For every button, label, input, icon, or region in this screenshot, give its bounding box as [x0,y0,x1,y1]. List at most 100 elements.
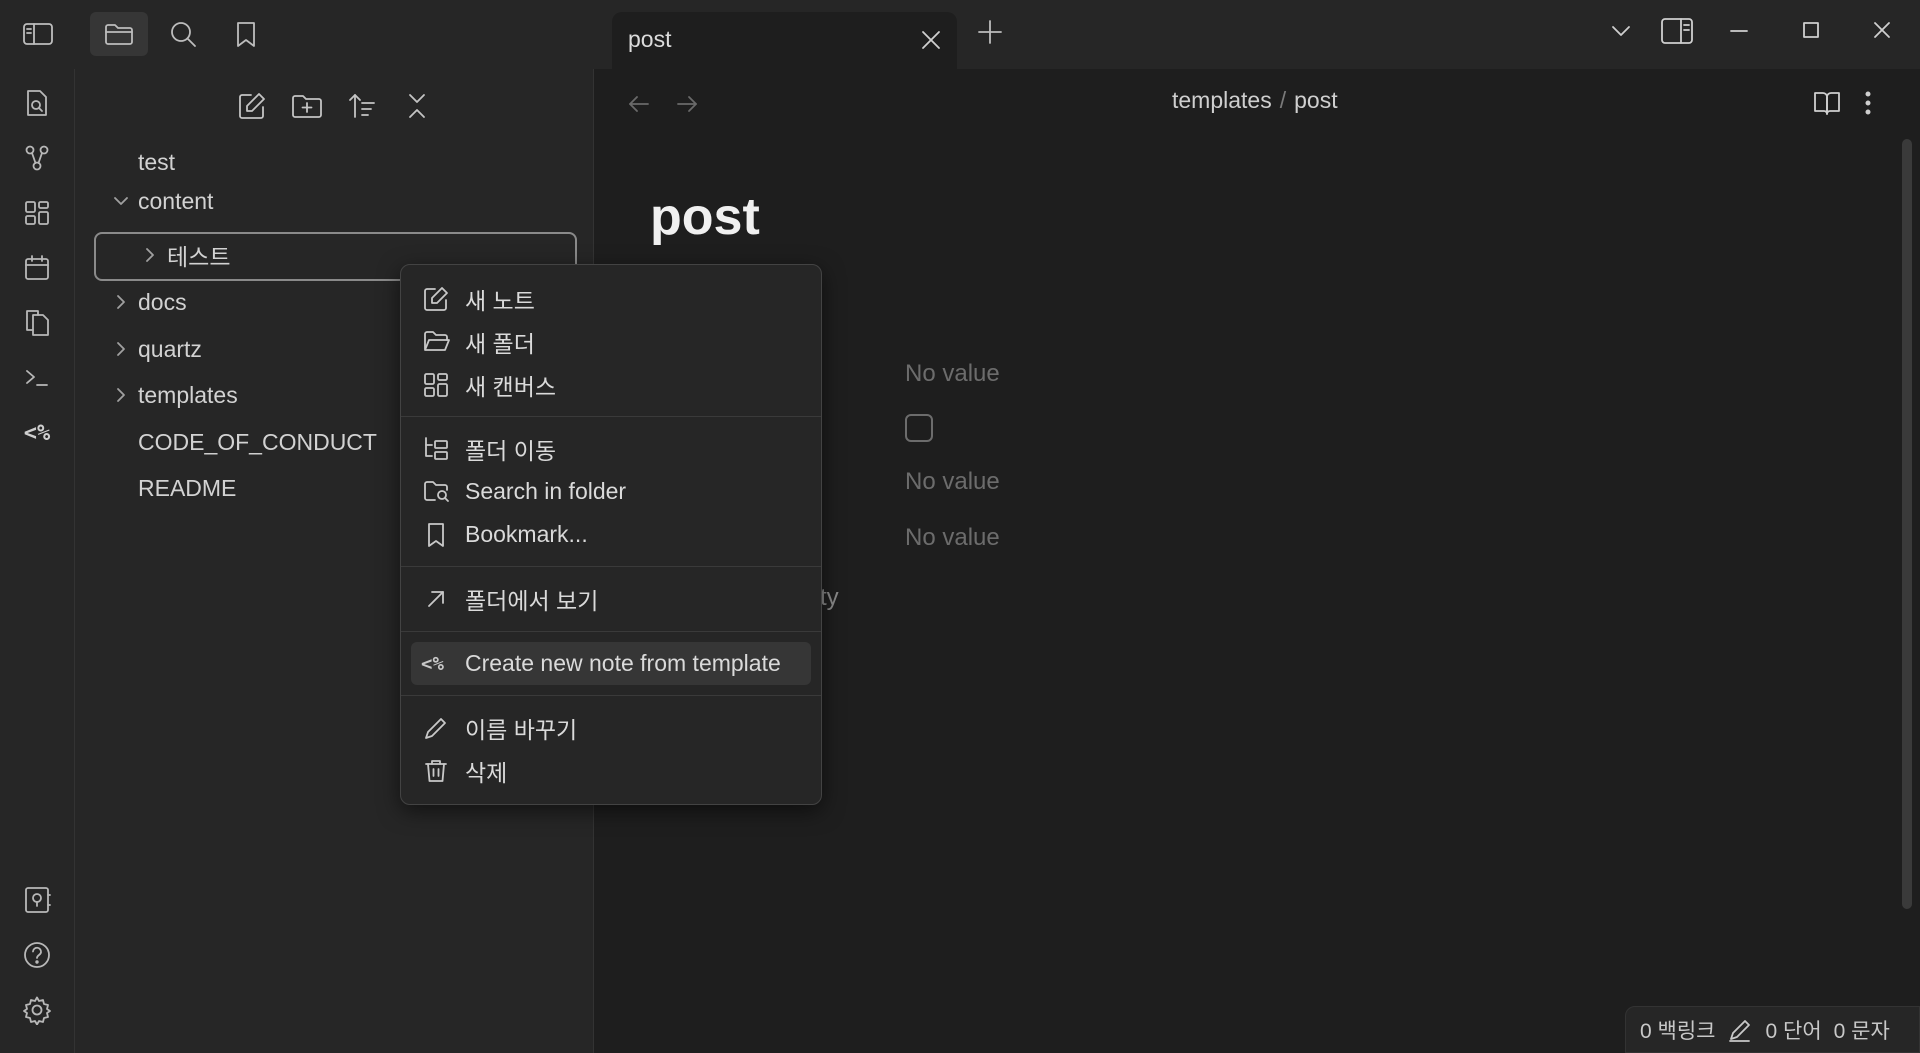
quick-switcher-button[interactable] [20,86,54,120]
add-property-label[interactable]: ty [820,584,839,612]
search-tab-button[interactable] [154,12,212,56]
chevron-right-icon [141,246,159,264]
command-palette-button[interactable] [20,361,54,395]
book-open-icon[interactable] [1812,89,1842,117]
help-circle-icon [22,940,52,970]
property-value-1[interactable]: No value [905,360,1000,388]
property-checkbox[interactable] [905,414,933,442]
tree-file-test[interactable]: test [138,142,175,182]
file-explorer-tab-button[interactable] [90,12,148,56]
tree-folder-test-korean[interactable]: 테스트 [146,235,230,275]
status-bar: 0 백링크 0 단어 0 문자 [1625,1006,1920,1053]
gear-icon [22,995,52,1025]
close-window-icon[interactable] [1870,18,1894,47]
tree-folder-quartz[interactable]: quartz [117,329,202,369]
tree-item-label: quartz [138,335,202,362]
menu-separator [401,566,821,567]
graph-view-button[interactable] [20,141,54,175]
breadcrumb-separator: / [1279,87,1287,113]
pencil-icon [423,715,449,741]
tree-item-label: CODE_OF_CONDUCT [138,428,377,455]
vault-switcher-button[interactable] [20,883,54,917]
tab-post[interactable]: post [612,12,957,69]
tree-item-label: README [138,474,237,501]
folder-search-icon [423,479,451,505]
chevrons-collapse-icon [402,91,432,121]
settings-button[interactable] [20,993,54,1027]
sidebar-left-icon [22,21,54,47]
toggle-sidebar-button[interactable] [9,12,67,56]
folder-icon [104,21,134,47]
tree-folder-content[interactable]: content [114,181,214,221]
folder-context-menu: 새 노트 새 폴더 새 캔버스 폴더 이동 Search in folder B… [400,264,822,805]
tree-file-readme[interactable]: README [138,468,236,508]
menu-item-create-note-from-template[interactable]: <% Create new note from template [411,642,811,685]
help-button[interactable] [20,938,54,972]
arrow-left-icon[interactable] [626,91,652,117]
chevron-right-icon [112,293,130,311]
folder-plus-icon [291,91,323,121]
trash-icon [423,758,449,784]
daily-note-button[interactable] [20,251,54,285]
templater-icon: <% [421,652,444,675]
graph-icon [23,144,51,172]
edit-icon [237,91,267,121]
sort-button[interactable] [345,89,379,123]
calendar-icon [23,254,51,282]
menu-item-new-canvas[interactable]: 새 캔버스 [411,363,811,406]
breadcrumb-folder[interactable]: templates [1172,87,1272,113]
more-vertical-icon[interactable] [1856,89,1880,117]
minimize-icon[interactable] [1727,18,1751,47]
breadcrumb-file[interactable]: post [1294,87,1337,113]
canvas-icon [23,199,51,227]
folder-open-icon [423,329,451,355]
tree-item-label: templates [138,381,238,408]
bookmarks-tab-button[interactable] [217,12,275,56]
menu-item-search-in-folder[interactable]: Search in folder [411,470,811,513]
bookmark-icon [423,522,449,548]
menu-separator [401,695,821,696]
property-value-3[interactable]: No value [905,468,1000,496]
document-title[interactable]: post [650,187,760,247]
search-icon [169,20,197,48]
terminal-icon [23,364,51,392]
new-folder-button[interactable] [290,89,324,123]
tree-file-code-of-conduct[interactable]: CODE_OF_CONDUCT [138,422,377,462]
menu-item-new-folder[interactable]: 새 폴더 [411,320,811,363]
arrow-right-icon[interactable] [674,91,700,117]
tab-list-chevron-down-icon[interactable] [1608,18,1634,49]
tab-title: post [628,26,672,52]
maximize-icon[interactable] [1799,18,1823,47]
templates-button[interactable] [20,306,54,340]
menu-item-new-note[interactable]: 새 노트 [411,277,811,320]
menu-item-bookmark[interactable]: Bookmark... [411,513,811,556]
tree-item-label: content [138,187,214,214]
chevron-down-icon [112,192,130,210]
editor-scrollbar[interactable] [1902,139,1912,909]
collapse-all-button[interactable] [400,89,434,123]
menu-item-move-folder[interactable]: 폴더 이동 [411,427,811,470]
chevron-right-icon [112,340,130,358]
close-tab-icon[interactable] [919,28,943,52]
new-note-button[interactable] [235,89,269,123]
pencil-icon[interactable] [1727,1017,1753,1043]
tree-item-label: docs [138,288,187,315]
tree-folder-docs[interactable]: docs [117,282,187,322]
new-tab-plus-icon[interactable] [976,18,1004,46]
menu-item-rename[interactable]: 이름 바꾸기 [411,706,811,749]
bookmark-icon [234,20,258,48]
property-value-4[interactable]: No value [905,524,1000,552]
vault-icon [23,885,51,915]
canvas-button[interactable] [20,196,54,230]
word-count: 0 단어 [1765,1019,1822,1043]
toggle-right-sidebar-icon[interactable] [1660,16,1694,51]
arrow-up-right-icon [423,586,449,612]
menu-item-delete[interactable]: 삭제 [411,749,811,792]
tree-folder-templates[interactable]: templates [117,375,238,415]
chevron-right-icon [112,386,130,404]
menu-item-reveal-in-folder[interactable]: 폴더에서 보기 [411,577,811,620]
backlinks-count[interactable]: 0 백링크 [1640,1015,1715,1045]
templater-button[interactable]: <% [20,416,54,450]
files-copy-icon [23,308,51,338]
templater-icon: <% [23,420,51,446]
